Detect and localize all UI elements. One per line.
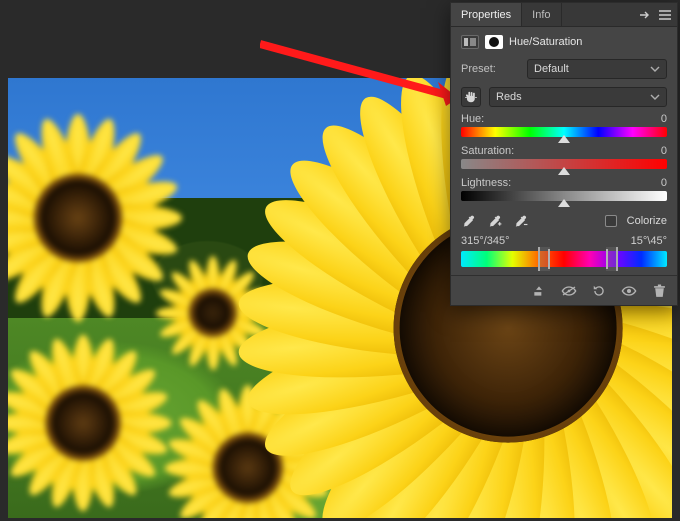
tab-info[interactable]: Info [522, 3, 561, 26]
colorize-checkbox[interactable] [605, 215, 617, 227]
color-range-handles[interactable] [548, 249, 608, 269]
saturation-label: Saturation: [461, 145, 514, 157]
view-previous-icon[interactable] [561, 283, 577, 299]
chevron-down-icon [650, 93, 660, 101]
hue-slider[interactable] [461, 127, 667, 137]
chevron-down-icon [650, 65, 660, 73]
saturation-value[interactable]: 0 [661, 145, 667, 157]
eyedropper-minus-icon[interactable] [513, 213, 529, 229]
preset-value: Default [534, 63, 569, 75]
tab-properties[interactable]: Properties [451, 3, 522, 26]
properties-panel: Properties Info Hue/Saturation Preset: D… [450, 2, 678, 306]
hue-value[interactable]: 0 [661, 113, 667, 125]
targeted-adjustment-tool[interactable] [461, 87, 481, 107]
lightness-value[interactable]: 0 [661, 177, 667, 189]
range-right-readout: 15°\45° [631, 235, 667, 247]
preset-select[interactable]: Default [527, 59, 667, 79]
trash-icon[interactable] [651, 283, 667, 299]
hue-label: Hue: [461, 113, 484, 125]
adjustment-type-icon [461, 35, 479, 49]
adjustment-title: Hue/Saturation [509, 36, 582, 48]
workspace: Properties Info Hue/Saturation Preset: D… [0, 0, 680, 521]
collapse-icon[interactable] [639, 10, 653, 20]
range-left-readout: 315°/345° [461, 235, 510, 247]
lightness-label: Lightness: [461, 177, 511, 189]
eyedropper-icon[interactable] [461, 213, 477, 229]
adjustment-header: Hue/Saturation [451, 27, 677, 55]
eyedropper-plus-icon[interactable] [487, 213, 503, 229]
colorize-label: Colorize [627, 215, 667, 227]
panel-footer [451, 275, 677, 305]
color-range-spectrum[interactable] [461, 251, 667, 267]
clip-to-layer-icon[interactable] [531, 283, 547, 299]
lightness-slider[interactable] [461, 191, 667, 201]
saturation-slider[interactable] [461, 159, 667, 169]
color-channel-value: Reds [496, 91, 522, 103]
panel-tabbar: Properties Info [451, 3, 677, 27]
reset-icon[interactable] [591, 283, 607, 299]
visibility-icon[interactable] [621, 283, 637, 299]
preset-label: Preset: [461, 63, 519, 75]
color-channel-select[interactable]: Reds [489, 87, 667, 107]
layer-mask-icon [485, 35, 503, 49]
panel-menu-icon[interactable] [659, 10, 671, 20]
